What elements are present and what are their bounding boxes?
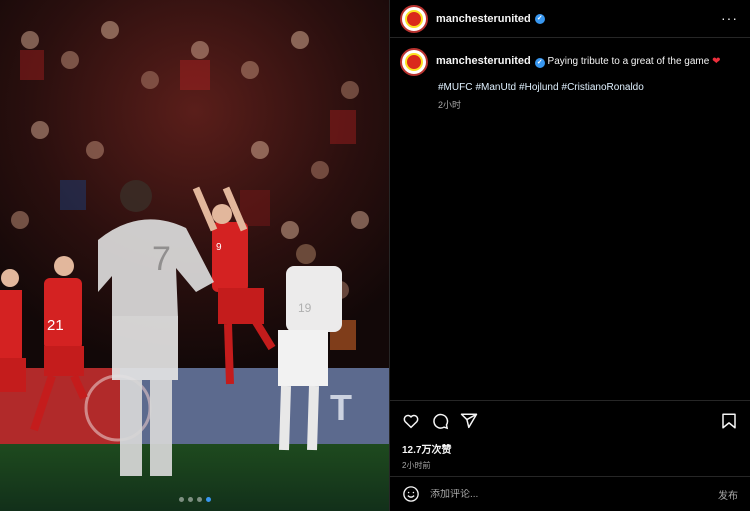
comment-input[interactable] [430,488,718,500]
svg-text:T: T [330,387,352,428]
hashtag-link[interactable]: #MUFC [438,82,472,93]
post-comment-button[interactable]: 发布 [718,487,738,502]
share-icon[interactable] [460,412,478,430]
club-crest-icon [405,53,423,71]
caption-text: Paying tribute to a great of the game [547,56,710,67]
post-header: manchesterunited ✓ ··· [390,0,750,38]
hashtag-link[interactable]: #ManUtd [475,82,516,93]
carousel-dot-active [205,497,211,502]
post-media[interactable]: T 9 21 19 7 [0,0,389,511]
verified-badge-icon: ✓ [534,57,545,68]
carousel-dot [187,497,193,502]
caption-avatar[interactable] [400,48,428,76]
hashtag-link[interactable]: #CristianoRonaldo [562,82,644,93]
comment-bar: 发布 [390,476,750,511]
header-username[interactable]: manchesterunited [436,13,531,25]
svg-text:19: 19 [298,301,312,315]
club-crest-icon [405,9,423,28]
post-timestamp: 2小时前 [402,461,431,470]
red-heart-emoji: ❤ [712,56,721,67]
bookmark-icon[interactable] [720,412,738,430]
carousel-dot [196,497,202,502]
post-side-panel: manchesterunited ✓ ··· manchesterunited ✓… [389,0,750,511]
verified-badge-icon: ✓ [534,13,545,24]
heart-icon[interactable] [402,412,420,430]
like-count[interactable]: 12.7万次赞 [402,441,738,456]
svg-text:9: 9 [216,242,222,253]
hashtag-list: #MUFC #ManUtd #Hojlund #CristianoRonaldo [438,82,740,93]
action-bar: 12.7万次赞 2小时前 [390,400,750,471]
carousel-indicator [0,497,389,502]
comment-icon[interactable] [431,412,449,430]
carousel-dot [178,497,184,502]
caption-timestamp: 2小时 [438,100,462,110]
hashtag-link[interactable]: #Hojlund [519,82,558,93]
post-caption: manchesterunited ✓ Paying tribute to a gr… [400,48,740,111]
svg-text:21: 21 [47,317,64,334]
emoji-icon[interactable] [402,485,420,503]
avatar[interactable] [400,4,428,33]
more-options-icon[interactable]: ··· [721,10,738,26]
svg-text:7: 7 [152,240,171,278]
caption-username[interactable]: manchesterunited [436,55,531,67]
post-photo: T 9 21 19 7 [0,0,389,511]
